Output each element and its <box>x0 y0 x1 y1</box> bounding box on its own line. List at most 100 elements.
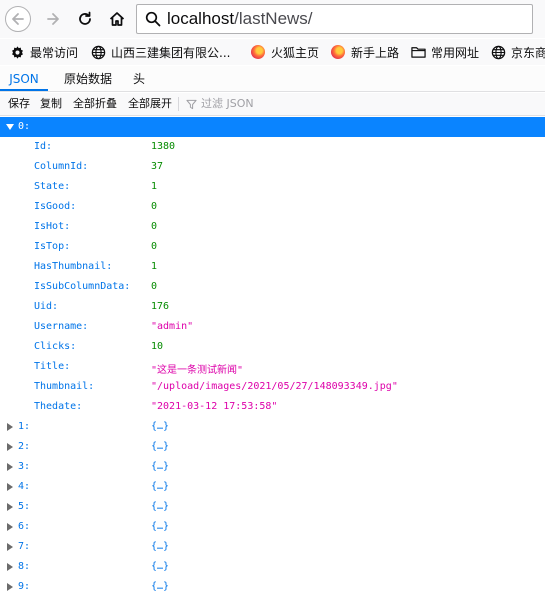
json-row-field[interactable]: Clicks: 10 <box>0 337 545 357</box>
expand-toggle-icon[interactable] <box>6 124 14 130</box>
json-row-field[interactable]: ColumnId: 37 <box>0 157 545 177</box>
collapse-all-button[interactable]: 全部折叠 <box>73 93 117 115</box>
expand-toggle-icon[interactable] <box>7 503 13 511</box>
json-value: 0 <box>151 201 158 212</box>
json-row-collapsed[interactable]: 4: {…} <box>0 477 545 497</box>
globe-icon <box>90 44 106 60</box>
json-value: 1380 <box>151 141 176 152</box>
bookmark-folder-common[interactable]: 常用网址 <box>410 42 479 62</box>
arrow-right-icon <box>45 11 61 27</box>
filter-json-input[interactable]: 过滤 JSON <box>186 93 254 115</box>
json-value: "这是一条测试新闻" <box>151 365 244 376</box>
reload-button[interactable] <box>72 6 98 32</box>
json-row-field[interactable]: State: 1 <box>0 177 545 197</box>
json-key: Thumbnail: <box>34 381 95 392</box>
json-value: {…} <box>151 541 170 552</box>
json-key: Id: <box>34 141 53 152</box>
json-key: IsSubColumnData: <box>34 281 131 292</box>
address-bar[interactable]: localhost/lastNews/ <box>136 4 533 34</box>
bookmark-company[interactable]: 山西三建集团有限公... <box>90 42 230 62</box>
json-value: 37 <box>151 161 164 172</box>
expand-toggle-icon[interactable] <box>7 583 13 591</box>
json-value: {…} <box>151 501 170 512</box>
json-row-field[interactable]: Id: 1380 <box>0 137 545 157</box>
json-key: 4: <box>18 481 31 492</box>
json-value: "2021-03-12 17:53:58" <box>151 401 278 412</box>
expand-toggle-icon[interactable] <box>7 543 13 551</box>
json-row-field[interactable]: Thedate: "2021-03-12 17:53:58" <box>0 397 545 417</box>
json-row-0[interactable]: 0: <box>0 117 545 137</box>
json-key: IsTop: <box>34 241 71 252</box>
json-row-collapsed[interactable]: 2: {…} <box>0 437 545 457</box>
json-value: 176 <box>151 301 170 312</box>
json-row-collapsed[interactable]: 7: {…} <box>0 537 545 557</box>
json-key: Uid: <box>34 301 59 312</box>
gear-icon <box>9 44 25 60</box>
bookmark-firefox-home[interactable]: 火狐主页 <box>250 42 319 62</box>
forward-button[interactable] <box>40 6 66 32</box>
json-value: "/upload/images/2021/05/27/148093349.jpg… <box>151 381 398 392</box>
json-row-field[interactable]: Username: "admin" <box>0 317 545 337</box>
bookmark-label: 京东商 <box>511 45 545 60</box>
json-viewer-tabs: JSON 原始数据 头 <box>0 66 545 92</box>
json-value: 10 <box>151 341 164 352</box>
filter-placeholder: 过滤 JSON <box>201 97 254 110</box>
back-button[interactable] <box>5 6 31 32</box>
json-row-field[interactable]: HasThumbnail: 1 <box>0 257 545 277</box>
browser-toolbar: localhost/lastNews/ <box>0 0 545 38</box>
json-key: Clicks: <box>34 341 77 352</box>
json-row-collapsed[interactable]: 3: {…} <box>0 457 545 477</box>
json-key: 6: <box>18 521 31 532</box>
json-row-field[interactable]: IsTop: 0 <box>0 237 545 257</box>
json-row-field[interactable]: Uid: 176 <box>0 297 545 317</box>
json-value: {…} <box>151 561 170 572</box>
json-key: IsHot: <box>34 221 71 232</box>
expand-toggle-icon[interactable] <box>7 483 13 491</box>
expand-toggle-icon[interactable] <box>7 463 13 471</box>
bookmark-jd[interactable]: 京东商 <box>490 42 545 62</box>
url-path: /lastNews/ <box>234 9 313 28</box>
json-row-collapsed[interactable]: 1: {…} <box>0 417 545 437</box>
json-row-field[interactable]: IsHot: 0 <box>0 217 545 237</box>
bookmark-most-visited[interactable]: 最常访问 <box>9 42 78 62</box>
reload-icon <box>76 10 94 28</box>
json-row-collapsed[interactable]: 6: {…} <box>0 517 545 537</box>
json-key: IsGood: <box>34 201 77 212</box>
json-row-field[interactable]: IsSubColumnData: 0 <box>0 277 545 297</box>
json-key: 1: <box>18 421 31 432</box>
json-key: 2: <box>18 441 31 452</box>
expand-all-button[interactable]: 全部展开 <box>128 93 172 115</box>
arrow-left-icon <box>10 11 26 27</box>
tab-json[interactable]: JSON <box>0 66 48 91</box>
save-button[interactable]: 保存 <box>8 93 30 115</box>
json-row-collapsed[interactable]: 9: {…} <box>0 577 545 597</box>
tab-raw-data[interactable]: 原始数据 <box>56 66 120 91</box>
json-value: 0 <box>151 241 158 252</box>
json-key: State: <box>34 181 71 192</box>
expand-toggle-icon[interactable] <box>7 423 13 431</box>
json-value: 1 <box>151 261 158 272</box>
home-button[interactable] <box>104 6 130 32</box>
copy-button[interactable]: 复制 <box>40 93 62 115</box>
home-icon <box>108 10 126 28</box>
json-row-collapsed[interactable]: 5: {…} <box>0 497 545 517</box>
json-row-field[interactable]: IsGood: 0 <box>0 197 545 217</box>
json-row-collapsed[interactable]: 8: {…} <box>0 557 545 577</box>
firefox-icon <box>250 44 266 60</box>
bookmark-getting-started[interactable]: 新手上路 <box>330 42 399 62</box>
json-key: 3: <box>18 461 31 472</box>
filter-icon <box>186 99 197 110</box>
expand-toggle-icon[interactable] <box>7 523 13 531</box>
tab-headers[interactable]: 头 <box>126 66 152 91</box>
json-key: 5: <box>18 501 31 512</box>
bookmark-label: 山西三建集团有限公... <box>111 45 231 60</box>
json-value: {…} <box>151 421 170 432</box>
expand-toggle-icon[interactable] <box>7 443 13 451</box>
json-key: 8: <box>18 561 31 572</box>
json-value: 0 <box>151 221 158 232</box>
json-row-field[interactable]: Title: "这是一条测试新闻" <box>0 357 545 377</box>
json-value: 0 <box>151 281 158 292</box>
bookmark-label: 火狐主页 <box>271 45 320 60</box>
json-row-field[interactable]: Thumbnail: "/upload/images/2021/05/27/14… <box>0 377 545 397</box>
expand-toggle-icon[interactable] <box>7 563 13 571</box>
